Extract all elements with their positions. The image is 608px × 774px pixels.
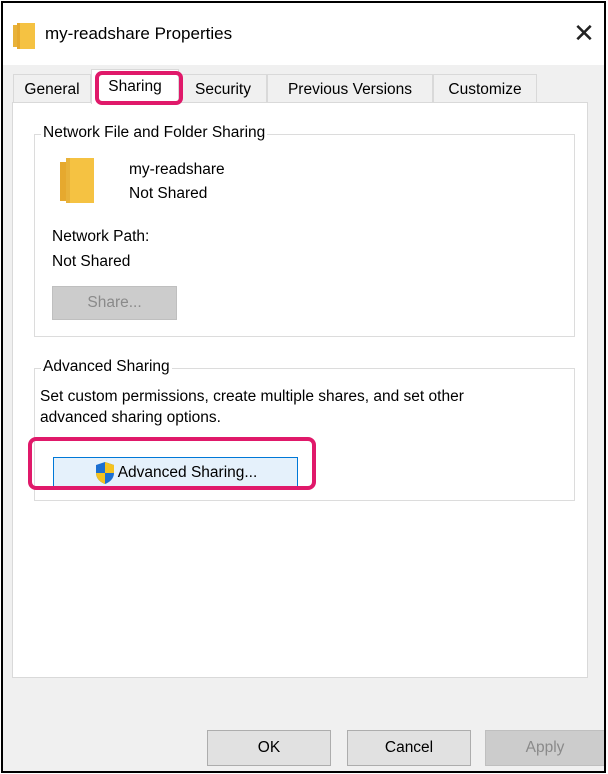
close-icon: ✕	[573, 17, 595, 48]
close-button[interactable]: ✕	[566, 13, 602, 53]
properties-window: my-readshare Properties ✕ General Sharin…	[1, 1, 606, 773]
uac-shield-icon	[95, 462, 114, 484]
advanced-sharing-button[interactable]: Advanced Sharing...	[53, 457, 298, 489]
folder-icon	[13, 23, 35, 49]
share-button[interactable]: Share...	[52, 286, 177, 320]
network-sharing-legend: Network File and Folder Sharing	[41, 124, 268, 142]
tab-customize[interactable]: Customize	[433, 74, 537, 104]
network-path-label: Network Path:	[52, 228, 150, 245]
folder-icon	[60, 158, 94, 203]
cancel-button[interactable]: Cancel	[347, 730, 471, 766]
tab-sharing[interactable]: Sharing	[91, 69, 179, 104]
advanced-sharing-description-line2: advanced sharing options.	[40, 409, 221, 426]
title-bar: my-readshare Properties ✕	[3, 3, 604, 65]
network-sharing-group: Network File and Folder Sharing my-reads…	[34, 124, 575, 337]
tab-previous-versions[interactable]: Previous Versions	[267, 74, 433, 104]
tab-strip: General Sharing Security Previous Versio…	[3, 65, 604, 105]
advanced-sharing-description-line1: Set custom permissions, create multiple …	[40, 388, 464, 405]
sharing-panel: Network File and Folder Sharing my-reads…	[12, 102, 588, 678]
tab-security[interactable]: Security	[179, 74, 267, 104]
folder-name: my-readshare	[129, 161, 225, 178]
folder-share-status: Not Shared	[129, 185, 208, 202]
network-path-value: Not Shared	[52, 253, 131, 270]
ok-button[interactable]: OK	[207, 730, 331, 766]
advanced-sharing-group: Advanced Sharing Set custom permissions,…	[34, 358, 575, 501]
window-title: my-readshare Properties	[45, 24, 233, 43]
apply-button[interactable]: Apply	[485, 730, 604, 766]
tab-general[interactable]: General	[13, 74, 91, 104]
advanced-sharing-legend: Advanced Sharing	[41, 358, 172, 376]
